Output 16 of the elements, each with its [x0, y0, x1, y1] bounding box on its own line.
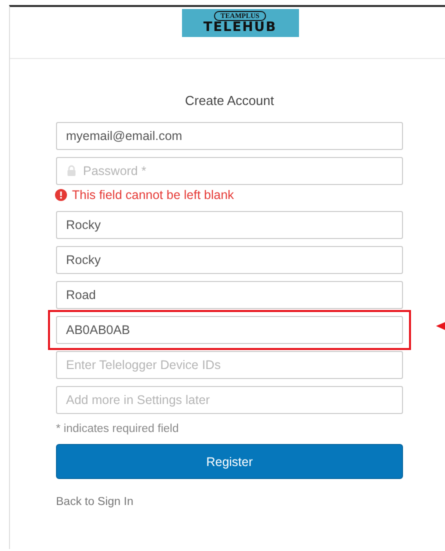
input-field[interactable]: Road — [56, 281, 403, 309]
logo-text: TELEHUB — [203, 21, 277, 35]
input-field[interactable]: Rocky — [56, 246, 403, 274]
error-icon — [55, 189, 67, 201]
input-field[interactable]: AB0AB0AB — [56, 316, 403, 344]
input-field[interactable]: Password * — [56, 157, 403, 185]
input-field[interactable]: Rocky — [56, 211, 403, 239]
lock-icon — [67, 165, 76, 176]
input-field[interactable]: Add more in Settings later — [56, 386, 403, 414]
required-note: * indicates required field — [56, 423, 180, 435]
form-title: Create Account — [184, 93, 275, 109]
register-button[interactable]: Register — [56, 444, 403, 479]
input-field[interactable]: myemail@email.com — [56, 122, 403, 150]
input-field[interactable]: Enter Telelogger Device IDs — [56, 351, 403, 379]
error-message: This field cannot be left blank — [72, 188, 234, 202]
back-link[interactable]: Back to Sign In — [56, 496, 134, 508]
